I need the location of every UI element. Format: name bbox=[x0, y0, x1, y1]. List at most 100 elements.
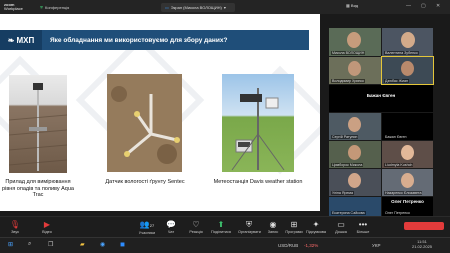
clock-date: 21.02.2025 bbox=[412, 244, 433, 249]
react-button[interactable]: ♡ Реакція bbox=[185, 220, 207, 234]
record-label: Запис bbox=[267, 230, 279, 234]
participant-face bbox=[401, 145, 414, 160]
participant-tile[interactable]: Уліна Ярема bbox=[329, 169, 381, 196]
camera-off-icon: ▶ bbox=[43, 220, 51, 229]
leave-button[interactable] bbox=[404, 222, 444, 230]
participants-gallery: Микола ВОЛОЩИН Валентина Зубенко Володим… bbox=[329, 28, 434, 216]
conference-menu[interactable]: ⛨ Конференція bbox=[40, 5, 69, 10]
host-label: Організувати bbox=[238, 230, 261, 234]
slide-header: ❧ МХП Яке обладнання ми використовуємо д… bbox=[0, 30, 309, 50]
react-label: Реакція bbox=[189, 230, 203, 234]
view-button[interactable]: ▦ Вид bbox=[346, 3, 358, 8]
monitor-icon: ▭ bbox=[165, 5, 169, 10]
participants-button[interactable]: 👥27 Учасники bbox=[136, 220, 158, 235]
participant-name: Олег Петренко bbox=[384, 211, 411, 215]
apps-button[interactable]: ⊞ Програми bbox=[283, 220, 305, 234]
explorer-icon[interactable]: ▰ bbox=[80, 241, 85, 248]
search-icon[interactable]: ⌕ bbox=[28, 241, 31, 248]
participant-name: Микола ВОЛОЩИН bbox=[331, 51, 366, 55]
record-icon: ◉ bbox=[269, 220, 277, 229]
share-pill-label: Экран (Микола ВОЛОЩИН) bbox=[170, 5, 222, 10]
video-button[interactable]: ▶ Відео bbox=[36, 220, 58, 234]
zoom-app-icon[interactable]: ◼ bbox=[120, 241, 125, 248]
chat-button[interactable]: 💬 Чат bbox=[160, 220, 182, 234]
participant-big-name: Бажан Євген bbox=[366, 93, 396, 98]
more-icon: ••• bbox=[358, 220, 368, 229]
more-button[interactable]: ••• Більше bbox=[352, 220, 374, 234]
chat-label: Чат bbox=[167, 230, 175, 234]
shield-icon: ⛨ bbox=[40, 4, 43, 10]
language-indicator[interactable]: УКР bbox=[372, 243, 380, 248]
participant-face bbox=[401, 61, 414, 76]
summary-button[interactable]: ✦ Підсумкова bbox=[305, 220, 327, 234]
participant-face bbox=[348, 61, 361, 76]
video-label: Відео bbox=[42, 230, 52, 234]
maximize-icon[interactable]: ▢ bbox=[421, 3, 426, 9]
participant-tile[interactable]: Цимборок Микола bbox=[329, 141, 381, 168]
caption-davis: Метеостанція Davis weather station bbox=[213, 179, 303, 185]
participant-tile[interactable]: Володимир Хрипко bbox=[329, 57, 381, 84]
conference-label: Конференція bbox=[45, 4, 70, 10]
host-tools-button[interactable]: ⛨ Організувати bbox=[238, 220, 261, 234]
participant-face bbox=[401, 32, 415, 48]
ticker-change: -1,32% bbox=[304, 243, 319, 248]
photo-davis-station bbox=[222, 74, 294, 172]
share-icon: ⬆ bbox=[217, 220, 225, 229]
clock[interactable]: 11:51 21.02.2025 bbox=[412, 239, 432, 249]
grid-icon: ▦ bbox=[346, 3, 350, 8]
slide-logo: ❧ МХП bbox=[0, 30, 42, 50]
whiteboard-button[interactable]: ▭ Дошка bbox=[330, 220, 352, 234]
participant-tile-no-video[interactable]: Бажан Євген bbox=[382, 113, 433, 140]
heart-icon: ♡ bbox=[192, 220, 200, 229]
audio-button[interactable]: 🎙 Звук bbox=[4, 220, 26, 234]
apps-icon: ⊞ bbox=[290, 220, 298, 229]
minimize-icon[interactable]: — bbox=[406, 3, 411, 9]
screen-share-pill[interactable]: ▭ Экран (Микола ВОЛОЩИН) ▾ bbox=[161, 3, 235, 12]
participant-tile[interactable]: Назаренко Єлизавета bbox=[382, 169, 433, 196]
participant-tile-no-video[interactable]: Олег Петренко Олег Петренко bbox=[382, 197, 433, 216]
participant-tile[interactable]: Екатерина Сайкова bbox=[329, 197, 381, 216]
slide-title: Яке обладнання ми використовуємо для збо… bbox=[50, 36, 228, 44]
participant-name: Володимир Хрипко bbox=[331, 79, 365, 83]
participant-tile[interactable]: Liudmyla Kushch bbox=[382, 141, 433, 168]
more-label: Більше bbox=[356, 230, 370, 234]
whiteboard-icon: ▭ bbox=[337, 220, 345, 229]
apps-label: Програми bbox=[285, 230, 303, 234]
audio-label: Звук bbox=[11, 230, 19, 234]
summary-label: Підсумкова bbox=[305, 230, 327, 234]
participant-name: Екатерина Сайкова bbox=[331, 211, 366, 215]
mic-muted-icon: 🎙 bbox=[9, 220, 21, 229]
slide-logo-text: МХП bbox=[16, 35, 35, 45]
participant-name: Дзюбас Жиан bbox=[384, 79, 409, 83]
share-button[interactable]: ⬆ Поділитися bbox=[210, 220, 232, 234]
share-label: Поділитися bbox=[211, 230, 231, 234]
participant-tile[interactable]: Микола ВОЛОЩИН bbox=[329, 28, 381, 56]
participants-count: 27 bbox=[149, 223, 155, 228]
shield-icon: ⛨ bbox=[246, 220, 252, 229]
participant-face bbox=[401, 173, 414, 188]
participant-name: Liudmyla Kushch bbox=[384, 163, 414, 167]
windows-start-icon[interactable]: ⊞ bbox=[8, 241, 13, 248]
participant-name: Цимборок Микола bbox=[331, 163, 364, 167]
view-label: Вид bbox=[350, 3, 359, 8]
participant-face bbox=[347, 32, 361, 48]
participant-tile[interactable]: Валентина Зубенко bbox=[382, 28, 433, 56]
brand-bottom: Workplace bbox=[4, 6, 23, 11]
chat-icon: 💬 bbox=[166, 220, 176, 229]
leaf-icon: ❧ bbox=[7, 35, 15, 45]
participant-name: Уліна Ярема bbox=[331, 191, 354, 195]
photo-aqua-trac bbox=[9, 75, 67, 173]
browser-icon[interactable]: ◉ bbox=[100, 241, 105, 248]
summary-icon: ✦ bbox=[312, 220, 320, 229]
participant-name: Сергій Ратулин bbox=[331, 135, 359, 139]
participants-label: Учасники bbox=[138, 231, 156, 235]
participant-name: Назаренко Єлизавета bbox=[384, 191, 423, 195]
photo-sentec bbox=[107, 74, 182, 172]
close-icon[interactable]: ✕ bbox=[436, 3, 440, 9]
participant-tile-active[interactable]: Дзюбас Жиан bbox=[381, 56, 434, 85]
record-button[interactable]: ◉ Запис bbox=[262, 220, 284, 234]
participant-tile-no-video[interactable]: Бажан Євген bbox=[329, 85, 433, 112]
participant-tile[interactable]: Сергій Ратулин bbox=[329, 113, 381, 140]
zoom-logo: zoom Workplace bbox=[0, 3, 36, 11]
taskview-icon[interactable]: ❐ bbox=[48, 241, 53, 248]
